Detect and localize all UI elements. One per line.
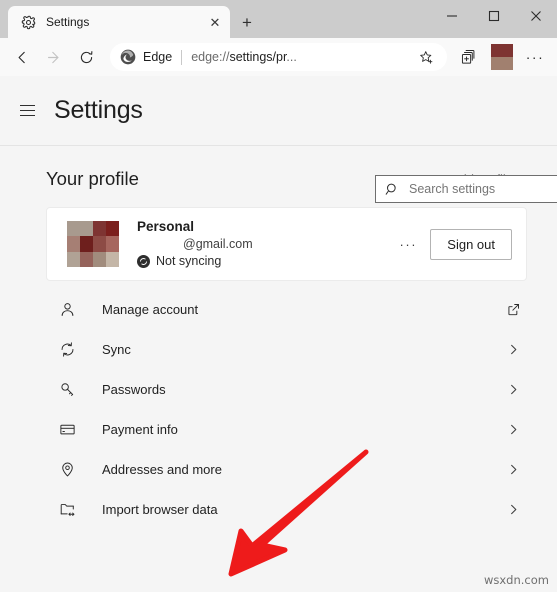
- profile-settings-list: Manage account Sync Passwords Payment in…: [46, 289, 527, 529]
- omnibox-brand-label: Edge: [143, 50, 173, 64]
- gear-icon: [20, 14, 36, 30]
- search-input[interactable]: [409, 182, 557, 196]
- list-item-label: Payment info: [102, 421, 178, 437]
- list-item-passwords[interactable]: Passwords: [46, 369, 527, 409]
- refresh-button[interactable]: [70, 41, 102, 73]
- profile-more-button[interactable]: ···: [394, 237, 422, 252]
- url-prefix: edge://: [191, 50, 230, 64]
- list-item-label: Addresses and more: [102, 461, 222, 477]
- chevron-right-icon: [503, 423, 523, 436]
- collections-icon[interactable]: [453, 41, 485, 73]
- location-pin-icon: [56, 461, 78, 478]
- list-item-label: Sync: [102, 341, 131, 357]
- chevron-right-icon: [503, 343, 523, 356]
- list-item-import-browser-data[interactable]: Import browser data: [46, 489, 527, 529]
- page-title: Settings: [54, 96, 143, 124]
- credit-card-icon: [56, 421, 78, 438]
- new-tab-button[interactable]: +: [232, 6, 262, 38]
- profile-info: Personal @gmail.com Not syncing: [137, 218, 394, 270]
- chevron-right-icon: [503, 503, 523, 516]
- search-icon: [384, 181, 400, 197]
- section-title-your-profile: Your profile: [46, 168, 139, 189]
- tab-title: Settings: [46, 15, 90, 29]
- not-syncing-icon: [137, 255, 150, 268]
- close-window-button[interactable]: [515, 0, 557, 32]
- import-folder-icon: [56, 501, 78, 518]
- browser-window: Settings ✕ + Edge edge://settings/pr... …: [0, 0, 557, 592]
- chevron-right-icon: [503, 383, 523, 396]
- window-controls: [431, 0, 557, 32]
- omnibox-separator: [181, 49, 183, 65]
- forward-button[interactable]: [38, 41, 70, 73]
- back-button[interactable]: [6, 41, 38, 73]
- edge-logo-icon: [120, 49, 136, 65]
- minimize-button[interactable]: [431, 0, 473, 32]
- list-item-label: Passwords: [102, 381, 166, 397]
- key-icon: [56, 381, 78, 398]
- maximize-button[interactable]: [473, 0, 515, 32]
- list-item-payment-info[interactable]: Payment info: [46, 409, 527, 449]
- list-item-sync[interactable]: Sync: [46, 329, 527, 369]
- watermark: wsxdn.com: [483, 573, 549, 587]
- settings-content: Your profile + Add profile Personal @gma…: [0, 146, 557, 529]
- profile-avatar-toolbar[interactable]: [491, 44, 513, 70]
- profile-sync-status: Not syncing: [137, 253, 394, 270]
- sync-icon: [56, 341, 78, 358]
- chevron-right-icon: [503, 463, 523, 476]
- search-settings-box[interactable]: [375, 175, 557, 203]
- star-add-icon[interactable]: [415, 46, 437, 68]
- sign-out-button[interactable]: Sign out: [430, 228, 512, 260]
- title-bar: Settings ✕ +: [0, 0, 557, 38]
- url-path: settings/pr: [229, 50, 287, 64]
- close-tab-icon[interactable]: ✕: [206, 13, 224, 31]
- external-link-icon: [503, 302, 523, 317]
- menu-icon[interactable]: [12, 96, 42, 126]
- list-item-label: Import browser data: [102, 501, 218, 517]
- list-item-label: Manage account: [102, 301, 199, 317]
- profile-card: Personal @gmail.com Not syncing ··· Sign: [46, 207, 527, 281]
- profile-name: Personal: [137, 219, 195, 234]
- address-bar[interactable]: Edge edge://settings/pr...: [110, 43, 447, 71]
- avatar: [67, 221, 119, 267]
- settings-header: Settings: [0, 76, 557, 146]
- browser-toolbar: Edge edge://settings/pr... ···: [0, 38, 557, 76]
- list-item-manage-account[interactable]: Manage account: [46, 289, 527, 329]
- settings-page: Settings Your profile + Add profile: [0, 76, 557, 592]
- browser-more-menu-button[interactable]: ···: [519, 41, 551, 73]
- omnibox-url[interactable]: edge://settings/pr...: [191, 50, 411, 64]
- browser-tab-settings[interactable]: Settings ✕: [8, 6, 230, 38]
- list-item-addresses-and-more[interactable]: Addresses and more: [46, 449, 527, 489]
- person-icon: [56, 301, 78, 318]
- url-ellipsis: ...: [286, 50, 297, 64]
- sync-status-label: Not syncing: [156, 254, 222, 268]
- profile-email: @gmail.com: [183, 237, 253, 251]
